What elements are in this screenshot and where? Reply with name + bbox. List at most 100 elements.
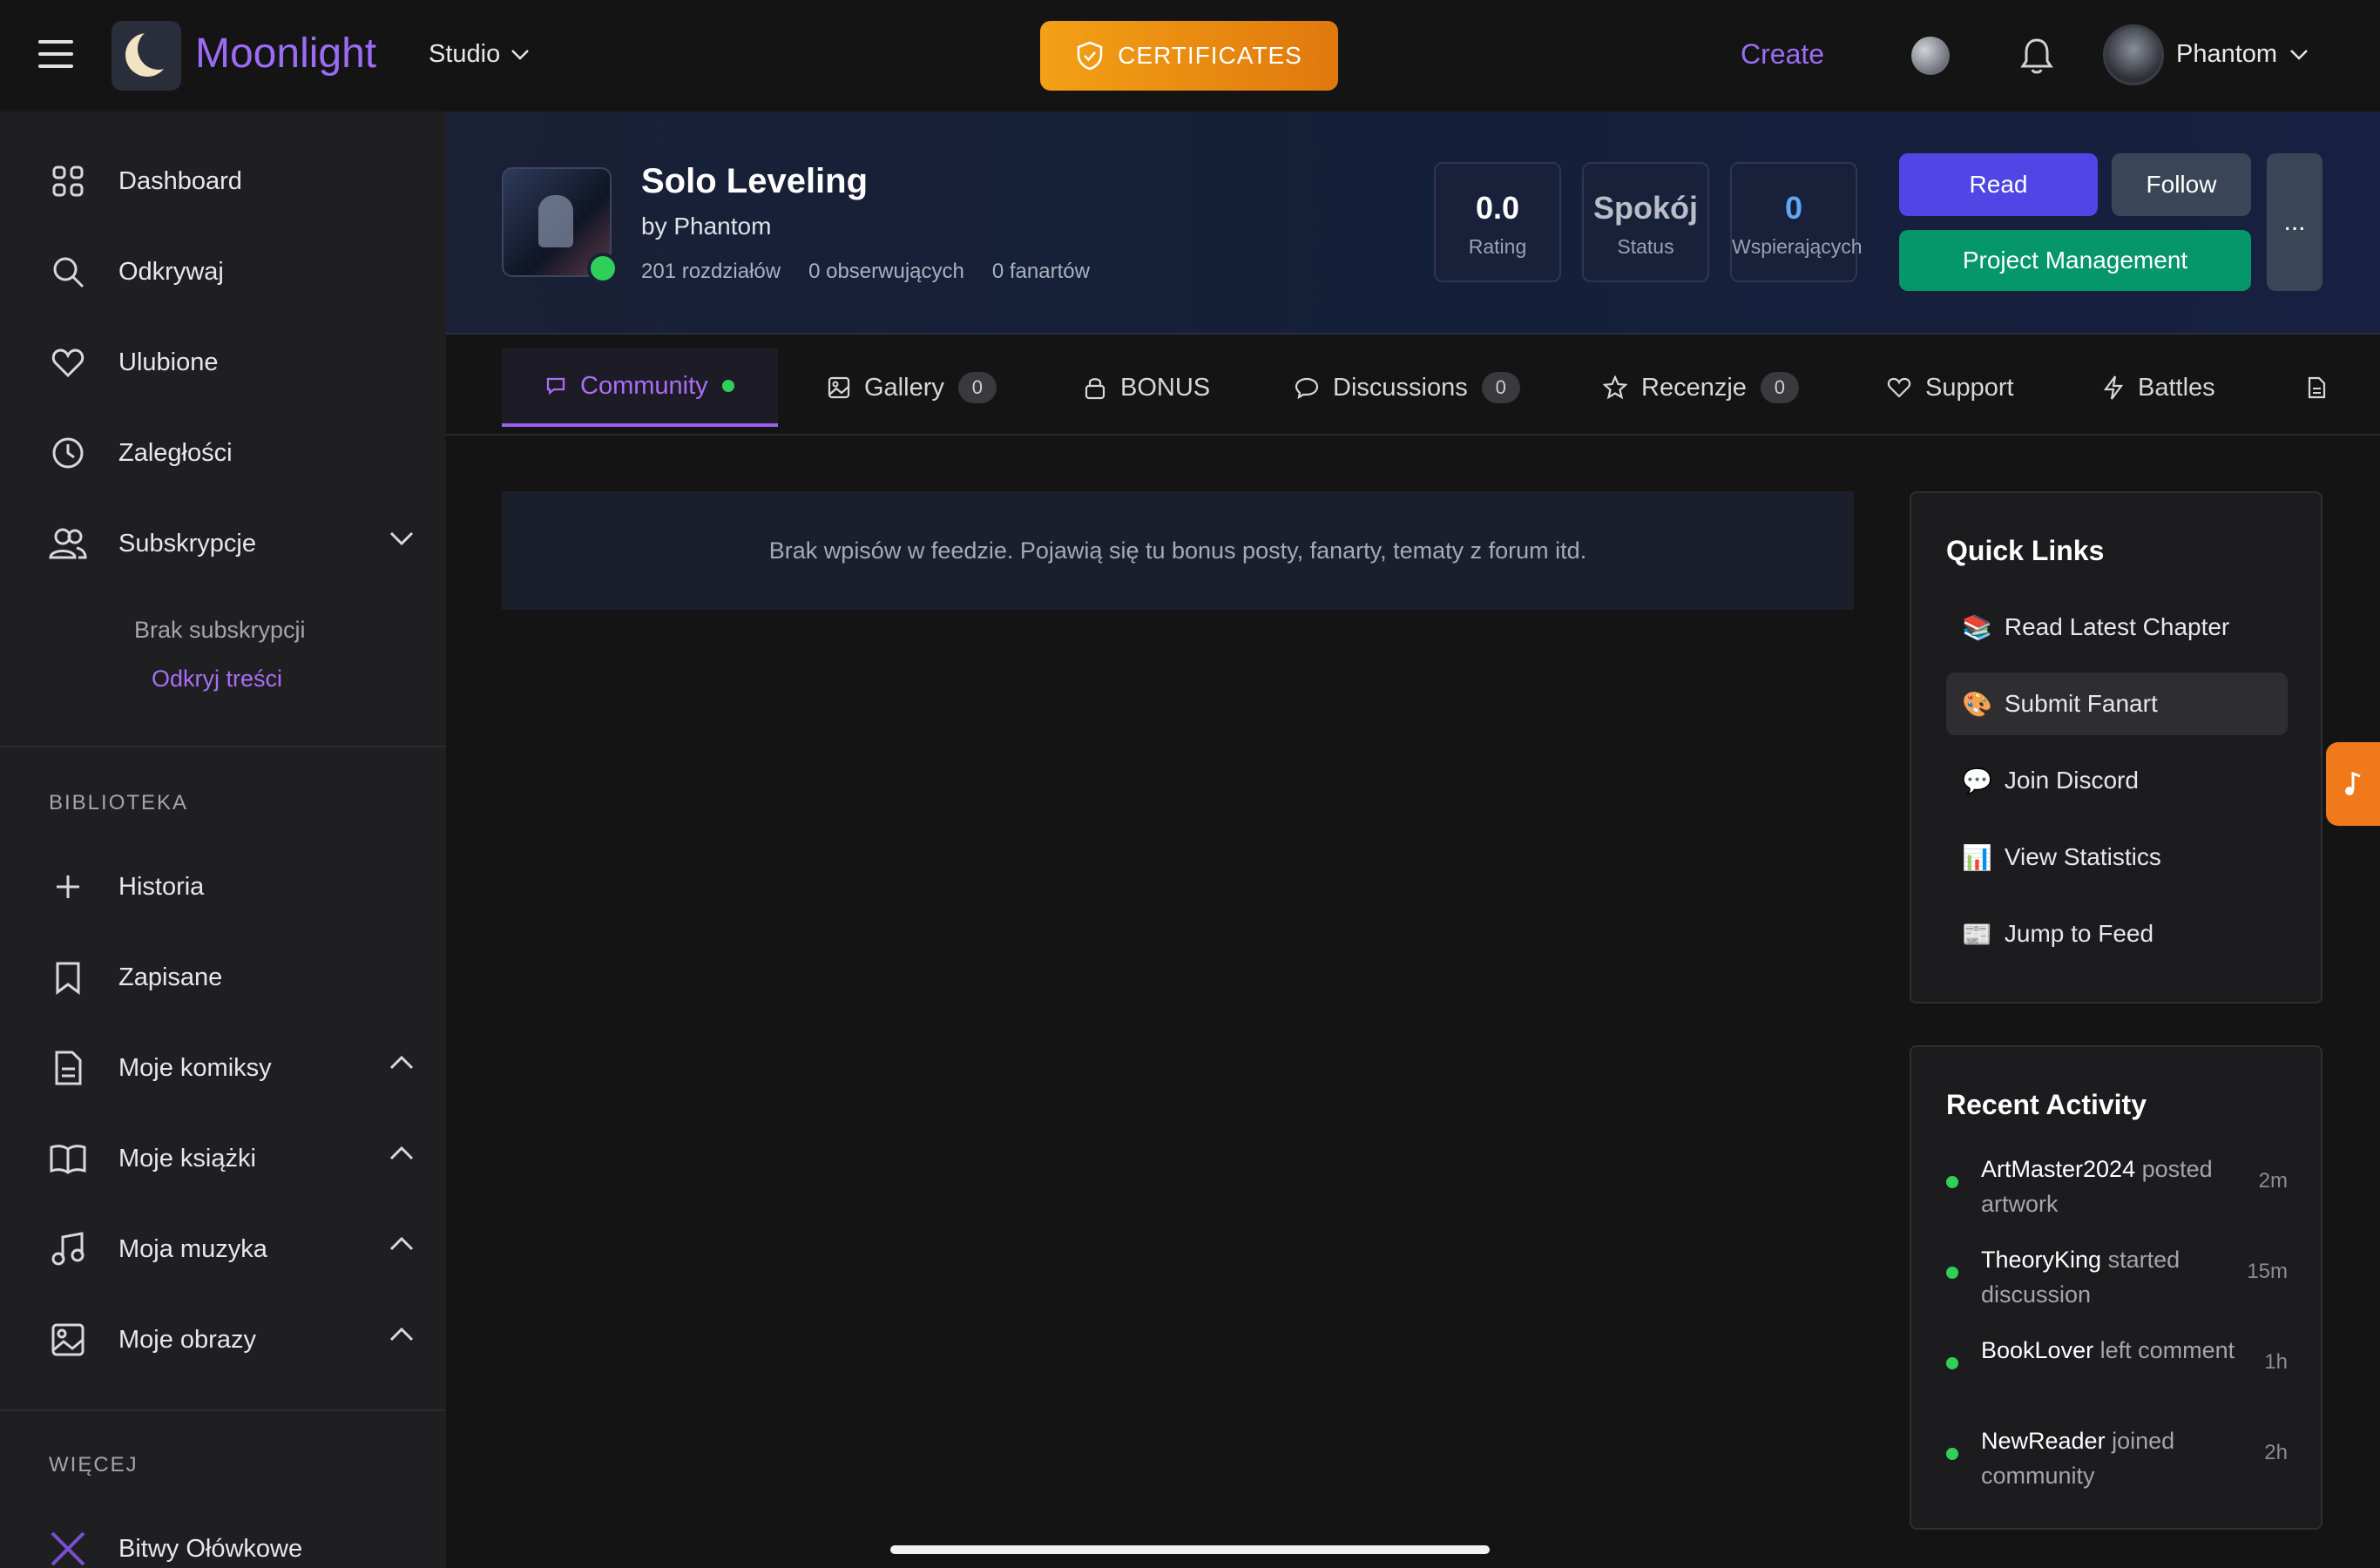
chapter-count: 201 rozdziałów: [641, 260, 781, 283]
project-header: Solo Leveling by Phantom 201 rozdziałów …: [446, 112, 2380, 335]
sidebar-item-zapisane[interactable]: Zapisane: [49, 951, 415, 1004]
tab-count-badge: 0: [1760, 372, 1799, 403]
activity-dot: [1946, 1176, 1958, 1188]
quick-link-label: Read Latest Chapter: [2004, 613, 2230, 640]
activity-dot: [1946, 1267, 1958, 1279]
create-link[interactable]: Create: [1741, 38, 1824, 71]
music-player-button[interactable]: [2326, 742, 2380, 826]
activity-user[interactable]: NewReader: [1981, 1428, 2106, 1454]
tab-support[interactable]: Support: [1887, 348, 2014, 427]
sidebar-item-label: Dashboard: [118, 166, 242, 195]
stat-value: 0: [1784, 190, 1803, 226]
stat-label: Rating: [1468, 235, 1527, 258]
top-bar: Moonlight Studio CERTIFICATES Create Pha…: [0, 0, 2380, 112]
project-title: Solo Leveling: [641, 162, 869, 200]
logo[interactable]: [112, 21, 181, 91]
sidebar-item-moja-muzyka[interactable]: Moja muzyka: [49, 1223, 415, 1275]
chat-icon: [546, 377, 565, 395]
chevron-down-icon[interactable]: [389, 530, 415, 547]
sidebar: Dashboard Odkrywaj Ulubione Zaległości S…: [0, 112, 446, 1568]
home-indicator[interactable]: [890, 1545, 1490, 1554]
globe-icon[interactable]: [1911, 37, 1950, 75]
avatar[interactable]: [2103, 24, 2164, 85]
project-author[interactable]: by Phantom: [641, 213, 771, 240]
follow-button[interactable]: Follow: [2112, 153, 2251, 216]
activity-text: TheoryKing started discussion: [1981, 1242, 2242, 1312]
stat-supporters: 0 Wspierających: [1730, 162, 1863, 282]
sidebar-item-label: Moje komiksy: [118, 1053, 272, 1082]
sidebar-item-moje-obrazy[interactable]: Moje obrazy: [49, 1314, 415, 1366]
main-content: Solo Leveling by Phantom 201 rozdziałów …: [446, 112, 2380, 1568]
tab-label: Discussions: [1333, 373, 1468, 402]
speech-balloon-icon: 💬: [1962, 767, 1992, 794]
quick-link-read-latest[interactable]: 📚 Read Latest Chapter: [1946, 596, 2288, 659]
books-icon: 📚: [1962, 613, 1992, 641]
heart-icon: [49, 343, 87, 382]
activity-user[interactable]: TheoryKing: [1981, 1247, 2101, 1273]
document-icon: [49, 1049, 87, 1087]
sidebar-item-dashboard[interactable]: Dashboard: [49, 155, 415, 207]
search-icon: [49, 253, 87, 291]
discover-content-link[interactable]: Odkryj treści: [152, 666, 282, 693]
recent-activity-title: Recent Activity: [1946, 1089, 2147, 1120]
more-options-button[interactable]: ...: [2267, 153, 2323, 291]
star-icon: [1603, 375, 1627, 400]
sidebar-item-moje-komiksy[interactable]: Moje komiksy: [49, 1042, 415, 1094]
quick-link-jump-to-feed[interactable]: 📰 Jump to Feed: [1946, 902, 2288, 965]
read-button[interactable]: Read: [1899, 153, 2098, 216]
sidebar-item-label: Historia: [118, 872, 205, 901]
bar-chart-icon: 📊: [1962, 843, 1992, 871]
project-management-button[interactable]: Project Management: [1899, 230, 2251, 291]
tab-recenzje[interactable]: Recenzje 0: [1603, 348, 1799, 427]
tab-label: Community: [580, 371, 708, 400]
heart-icon: [1887, 377, 1911, 398]
music-icon: [49, 1230, 87, 1268]
quick-links-title: Quick Links: [1946, 535, 2105, 566]
activity-text: BookLover left comment: [1981, 1333, 2242, 1368]
tab-discussions[interactable]: Discussions 0: [1295, 348, 1520, 427]
sidebar-item-zaleglosci[interactable]: Zaległości: [49, 427, 415, 479]
activity-user[interactable]: ArtMaster2024: [1981, 1156, 2135, 1182]
plus-icon: [49, 868, 87, 906]
certificates-button[interactable]: CERTIFICATES: [1040, 21, 1338, 91]
tab-community[interactable]: Community: [502, 348, 778, 427]
image-icon: [828, 376, 850, 399]
sidebar-item-subskrypcje[interactable]: Subskrypcje: [49, 517, 415, 570]
chevron-up-icon[interactable]: [389, 1326, 415, 1343]
activity-user[interactable]: BookLover: [1981, 1337, 2093, 1363]
certificates-label: CERTIFICATES: [1118, 42, 1302, 69]
activity-dot: [1946, 1357, 1958, 1369]
divider: [0, 1409, 446, 1411]
menu-icon[interactable]: [38, 40, 73, 68]
clock-icon: [49, 434, 87, 472]
quick-link-label: Join Discord: [2004, 767, 2139, 794]
lock-icon: [1085, 378, 1105, 400]
divider: [0, 746, 446, 747]
book-icon: [49, 1139, 87, 1178]
sidebar-item-ulubione[interactable]: Ulubione: [49, 336, 415, 389]
quick-link-submit-fanart[interactable]: 🎨 Submit Fanart: [1946, 672, 2288, 735]
tab-gallery[interactable]: Gallery 0: [828, 348, 997, 427]
app-name[interactable]: Moonlight: [195, 30, 376, 78]
chevron-up-icon[interactable]: [389, 1145, 415, 1162]
quick-link-join-discord[interactable]: 💬 Join Discord: [1946, 749, 2288, 812]
dashboard-icon: [49, 162, 87, 200]
sidebar-item-label: Moje książki: [118, 1144, 256, 1173]
sidebar-item-bitwy-olowkowe[interactable]: Bitwy Ołówkowe: [49, 1523, 415, 1568]
tab-battles[interactable]: Battles: [2103, 348, 2215, 427]
tab-overflow[interactable]: [2307, 348, 2326, 427]
sidebar-item-label: Subskrypcje: [118, 529, 256, 558]
sidebar-item-moje-ksiazki[interactable]: Moje książki: [49, 1132, 415, 1185]
quick-link-view-statistics[interactable]: 📊 View Statistics: [1946, 826, 2288, 889]
more-section-label: WIĘCEJ: [49, 1453, 139, 1477]
sidebar-item-odkrywaj[interactable]: Odkrywaj: [49, 246, 415, 298]
chevron-down-icon: [2290, 49, 2308, 60]
bell-icon[interactable]: [2018, 35, 2056, 77]
swords-icon: [49, 1530, 87, 1568]
studio-dropdown[interactable]: Studio: [429, 40, 530, 69]
tab-bonus[interactable]: BONUS: [1084, 348, 1210, 427]
chevron-up-icon[interactable]: [389, 1054, 415, 1071]
chevron-up-icon[interactable]: [389, 1235, 415, 1253]
sidebar-item-historia[interactable]: Historia: [49, 861, 415, 913]
user-menu[interactable]: Phantom: [2176, 40, 2309, 69]
